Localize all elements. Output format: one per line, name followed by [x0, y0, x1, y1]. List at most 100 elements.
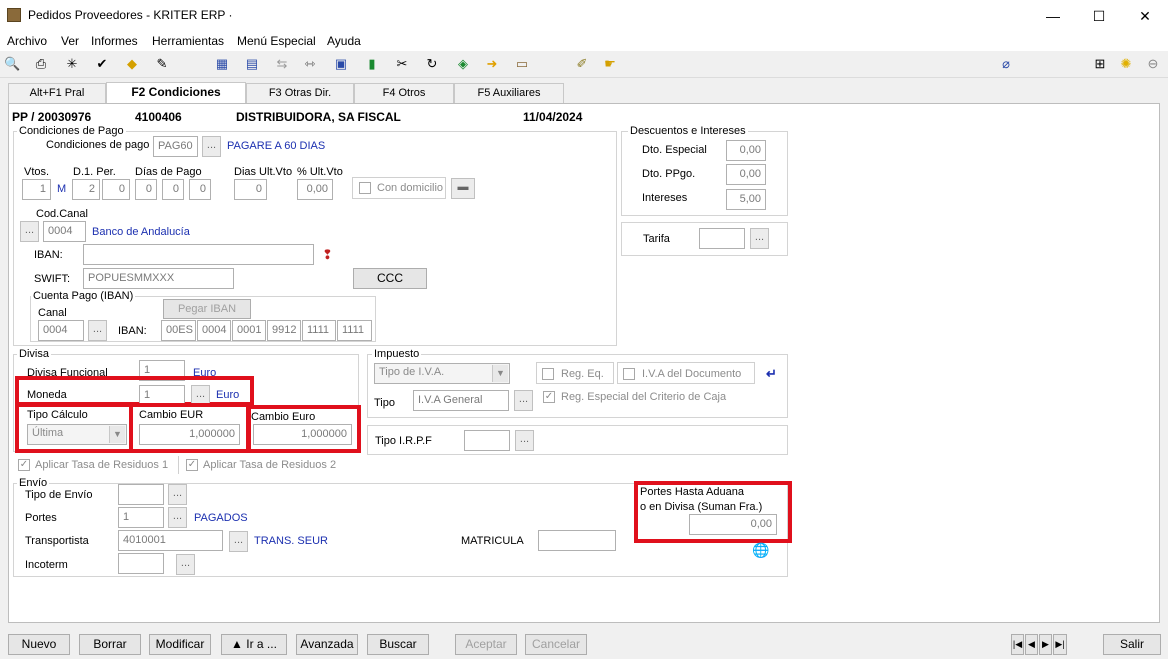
- tab-condiciones[interactable]: F2 Condiciones: [106, 82, 246, 104]
- tab-pral[interactable]: Alt+F1 Pral: [8, 83, 106, 103]
- tipo-envio-field[interactable]: [118, 484, 164, 505]
- scissors-icon[interactable]: ✂: [394, 56, 410, 72]
- transportista-field[interactable]: 4010001: [118, 530, 223, 551]
- vtos-field[interactable]: 1: [22, 179, 51, 200]
- con-domicilio-checkbox[interactable]: [359, 182, 371, 194]
- tag-icon[interactable]: ◈: [455, 56, 471, 72]
- irpf-field[interactable]: [464, 430, 510, 451]
- cancelar-button[interactable]: Cancelar: [525, 634, 587, 655]
- intereses-field[interactable]: 5,00: [726, 189, 766, 210]
- nav-last-button[interactable]: ▶|: [1053, 634, 1067, 655]
- dias-ult-field[interactable]: 0: [234, 179, 267, 200]
- maximize-button[interactable]: ☐: [1076, 4, 1122, 28]
- close-button[interactable]: ✕: [1122, 4, 1168, 28]
- menu-ver[interactable]: Ver: [61, 34, 79, 48]
- box-icon[interactable]: ▭: [514, 56, 530, 72]
- criterio-caja-checkbox[interactable]: ✓: [543, 391, 555, 403]
- nav-first-button[interactable]: |◀: [1011, 634, 1024, 655]
- tree-icon[interactable]: ⊞: [1092, 56, 1108, 72]
- cond-pago-code[interactable]: PAG60: [153, 136, 198, 157]
- handshake-icon[interactable]: ☛: [602, 56, 618, 72]
- salir-button[interactable]: Salir: [1103, 634, 1161, 655]
- portes-lookup[interactable]: ...: [168, 507, 187, 528]
- tarifa-field[interactable]: [699, 228, 745, 249]
- portes-field[interactable]: 1: [118, 507, 164, 528]
- chart-icon[interactable]: ▦: [214, 56, 230, 72]
- tipo-iva-select[interactable]: Tipo de I.V.A. ▼: [374, 363, 510, 384]
- pct-ult-field[interactable]: 0,00: [297, 179, 333, 200]
- domicilio-card-icon[interactable]: ▬: [451, 178, 475, 199]
- portes-aduana-field[interactable]: 0,00: [689, 514, 777, 535]
- menu-especial[interactable]: Menú Especial: [237, 34, 316, 48]
- cambio-eur-field[interactable]: 1,000000: [139, 424, 240, 445]
- grid-icon[interactable]: ▤: [244, 56, 260, 72]
- incoterm-lookup[interactable]: ...: [176, 554, 195, 575]
- avanzada-button[interactable]: Avanzada: [296, 634, 358, 655]
- iban-part-1[interactable]: 00ES: [161, 320, 196, 341]
- transportista-lookup[interactable]: ...: [229, 531, 248, 552]
- check-doc-icon[interactable]: ✔: [94, 56, 110, 72]
- residuos1-checkbox[interactable]: ✓: [18, 459, 30, 471]
- menu-herramientas[interactable]: Herramientas: [152, 34, 224, 48]
- menu-ayuda[interactable]: Ayuda: [327, 34, 361, 48]
- print-icon[interactable]: ⎙: [33, 56, 49, 72]
- attach-icon[interactable]: ⌀: [998, 56, 1014, 72]
- tipo-calculo-select[interactable]: Última ▼: [27, 424, 127, 445]
- tipo-lookup[interactable]: ...: [514, 390, 533, 411]
- bulb-icon[interactable]: ✺: [1118, 56, 1134, 72]
- pegar-iban-button[interactable]: Pegar IBAN: [163, 299, 251, 319]
- minimize-button[interactable]: —: [1030, 4, 1076, 28]
- exit-icon[interactable]: ⊖: [1145, 56, 1161, 72]
- d1-b-field[interactable]: 0: [102, 179, 130, 200]
- tipo-envio-lookup[interactable]: ...: [168, 484, 187, 505]
- bottle-icon[interactable]: ▮: [364, 56, 380, 72]
- canal-field[interactable]: 0004: [38, 320, 84, 341]
- tab-otras-dir[interactable]: F3 Otras Dir.: [246, 83, 354, 103]
- nuevo-button[interactable]: Nuevo: [8, 634, 70, 655]
- iban-part-2[interactable]: 0004: [197, 320, 231, 341]
- stamp-icon[interactable]: ✎: [154, 56, 170, 72]
- link-icon[interactable]: ⇆: [274, 56, 290, 72]
- cod-canal-lookup[interactable]: ...: [20, 221, 39, 242]
- incoterm-field[interactable]: [118, 553, 164, 574]
- cod-canal-field[interactable]: 0004: [43, 221, 86, 242]
- ir-a-button[interactable]: ▲ Ir a ...: [221, 634, 287, 655]
- iva-doc-checkbox[interactable]: [623, 368, 635, 380]
- globe-icon[interactable]: 🌐: [752, 542, 769, 559]
- aceptar-button[interactable]: Aceptar: [455, 634, 517, 655]
- ccc-button[interactable]: CCC: [353, 268, 427, 289]
- iban-part-3[interactable]: 0001: [232, 320, 266, 341]
- nav-next-button[interactable]: ▶: [1039, 634, 1052, 655]
- iban-part-6[interactable]: 1111: [337, 320, 372, 341]
- reg-eq-checkbox[interactable]: [542, 368, 554, 380]
- preview-icon[interactable]: 🔍: [4, 56, 20, 72]
- dto-ppgo-field[interactable]: 0,00: [726, 164, 766, 185]
- refresh-icon[interactable]: ↻: [424, 56, 440, 72]
- dias-3-field[interactable]: 0: [189, 179, 211, 200]
- menu-archivo[interactable]: Archivo: [7, 34, 47, 48]
- iban-field[interactable]: [83, 244, 314, 265]
- paperclip-icon[interactable]: ✐: [574, 56, 590, 72]
- borrar-button[interactable]: Borrar: [79, 634, 141, 655]
- modificar-button[interactable]: Modificar: [149, 634, 211, 655]
- matricula-field[interactable]: [538, 530, 616, 551]
- dto-especial-field[interactable]: 0,00: [726, 140, 766, 161]
- iban-part-5[interactable]: 1111: [302, 320, 336, 341]
- iban-part-4[interactable]: 9912: [267, 320, 301, 341]
- dias-2-field[interactable]: 0: [162, 179, 184, 200]
- help-icon[interactable]: ❢: [322, 247, 333, 263]
- tarifa-lookup[interactable]: ...: [750, 228, 769, 249]
- nav-prev-button[interactable]: ◀: [1025, 634, 1038, 655]
- irpf-lookup[interactable]: ...: [515, 430, 534, 451]
- arrow-right-icon[interactable]: ➜: [484, 56, 500, 72]
- warning-icon[interactable]: ◆: [124, 56, 140, 72]
- residuos2-checkbox[interactable]: ✓: [186, 459, 198, 471]
- menu-informes[interactable]: Informes: [91, 34, 138, 48]
- star-icon[interactable]: ✳: [64, 56, 80, 72]
- cambio-euro-field[interactable]: 1,000000: [253, 424, 352, 445]
- return-arrow-icon[interactable]: ↵: [766, 366, 777, 382]
- buscar-button[interactable]: Buscar: [367, 634, 429, 655]
- d1-a-field[interactable]: 2: [72, 179, 100, 200]
- tipo-field[interactable]: I.V.A General: [413, 390, 509, 411]
- tab-otros[interactable]: F4 Otros: [354, 83, 454, 103]
